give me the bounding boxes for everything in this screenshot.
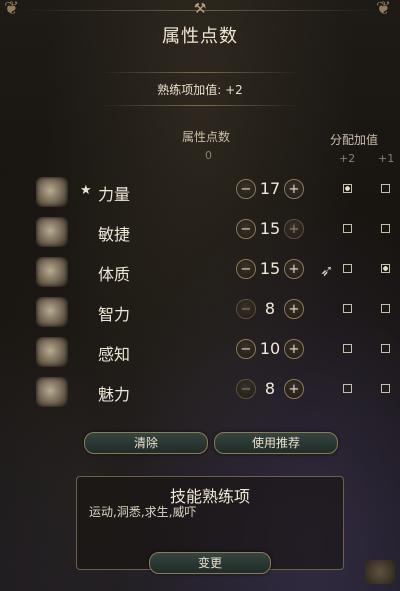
dexterity-boot-icon: [36, 217, 68, 247]
proficiency-bonus-banner: 熟练项加值: +2: [100, 72, 300, 106]
ability-row-dexterity: 敏捷 − 15 +: [30, 215, 400, 255]
ability-row-charisma: 魅力 − 8 +: [30, 375, 400, 415]
crest-emblem-icon: ⚒: [193, 1, 207, 17]
ability-score: 8: [264, 299, 276, 318]
page-title: 属性点数: [162, 26, 238, 47]
increase-constitution-button[interactable]: +: [284, 259, 304, 279]
constitution-plus2-checkbox[interactable]: [343, 264, 352, 273]
clear-button[interactable]: 清除: [84, 432, 208, 454]
increase-intelligence-button[interactable]: +: [284, 299, 304, 319]
ability-score: 15: [259, 219, 281, 238]
ability-points-remaining: 0: [205, 149, 212, 162]
decrease-strength-button[interactable]: −: [236, 179, 256, 199]
wisdom-owl-icon: [36, 337, 68, 367]
change-skills-button[interactable]: 变更: [149, 552, 271, 574]
use-recommended-button[interactable]: 使用推荐: [214, 432, 338, 454]
bonus-allocation-header: 分配加值: [330, 133, 379, 147]
constitution-plus1-checkbox[interactable]: [381, 264, 390, 273]
wisdom-plus2-checkbox[interactable]: [343, 344, 352, 353]
ability-name: 智力: [98, 305, 131, 324]
cursor-pointer-icon: ➶: [320, 261, 334, 280]
decrease-wisdom-button[interactable]: −: [236, 339, 256, 359]
ability-row-strength: ★ 力量 − 17 +: [30, 175, 400, 215]
increase-wisdom-button[interactable]: +: [284, 339, 304, 359]
charisma-plus1-checkbox[interactable]: [381, 384, 390, 393]
ability-score: 8: [264, 379, 276, 398]
decrease-intelligence-button[interactable]: −: [236, 299, 256, 319]
decrease-constitution-button[interactable]: −: [236, 259, 256, 279]
bonus-plus1-header: +1: [378, 152, 395, 165]
intelligence-plus2-checkbox[interactable]: [343, 304, 352, 313]
star-icon: ★: [80, 183, 92, 198]
ability-row-constitution: 体质 − 15 + ➶: [30, 255, 400, 295]
ability-name: 体质: [98, 265, 131, 284]
ability-score: 15: [259, 259, 281, 278]
charisma-plus2-checkbox[interactable]: [343, 384, 352, 393]
ability-name: 感知: [98, 345, 131, 364]
intelligence-plus1-checkbox[interactable]: [381, 304, 390, 313]
ability-row-intelligence: 智力 − 8 +: [30, 295, 400, 335]
ability-score: 10: [259, 339, 281, 358]
ability-name: 魅力: [98, 385, 131, 404]
ability-name: 敏捷: [98, 225, 131, 244]
portrait-thumbnail: [365, 560, 395, 584]
strength-plus2-checkbox[interactable]: [343, 184, 352, 193]
bonus-plus2-header: +2: [339, 152, 356, 165]
corner-ornament-left-icon: ❦: [4, 0, 20, 19]
strength-plus1-checkbox[interactable]: [381, 184, 390, 193]
ability-points-header: 属性点数: [182, 130, 231, 144]
ability-row-wisdom: 感知 − 10 +: [30, 335, 400, 375]
decrease-dexterity-button[interactable]: −: [236, 219, 256, 239]
dexterity-plus2-checkbox[interactable]: [343, 224, 352, 233]
corner-ornament-right-icon: ❦: [376, 0, 392, 19]
ability-name: 力量: [98, 185, 131, 204]
ability-score: 17: [259, 179, 281, 198]
decrease-charisma-button[interactable]: −: [236, 379, 256, 399]
increase-strength-button[interactable]: +: [284, 179, 304, 199]
skill-proficiency-list: 运动,洞悉,求生,威吓: [89, 505, 197, 519]
constitution-heart-icon: [36, 257, 68, 287]
wisdom-plus1-checkbox[interactable]: [381, 344, 390, 353]
increase-charisma-button[interactable]: +: [284, 379, 304, 399]
charisma-bird-icon: [36, 377, 68, 407]
strength-arm-icon: [36, 177, 68, 207]
dexterity-plus1-checkbox[interactable]: [381, 224, 390, 233]
intelligence-book-icon: [36, 297, 68, 327]
proficiency-bonus-label: 熟练项加值: +2: [157, 83, 243, 97]
increase-dexterity-button[interactable]: +: [284, 219, 304, 239]
